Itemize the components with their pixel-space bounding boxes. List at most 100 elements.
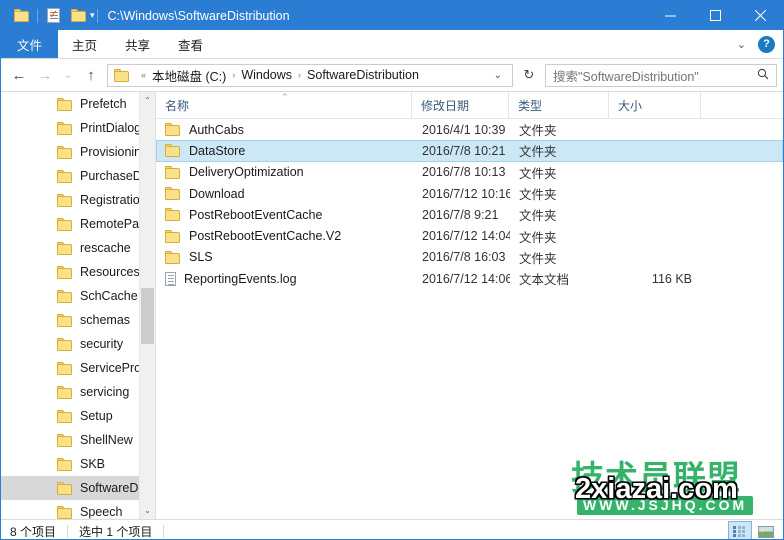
minimize-button[interactable] <box>648 1 693 30</box>
tree-item-resources[interactable]: Resources <box>1 260 155 284</box>
up-button[interactable]: ↑ <box>79 63 103 87</box>
file-name-cell: PostRebootEventCache <box>157 208 413 222</box>
recent-locations-button[interactable]: ⌄ <box>59 63 77 87</box>
tree-item-provisioning[interactable]: Provisioning <box>1 140 155 164</box>
table-row[interactable]: PostRebootEventCache 2016/7/8 9:21 文件夹 <box>156 204 783 225</box>
tree-item-registration[interactable]: Registration <box>1 188 155 212</box>
file-name-cell: PostRebootEventCache.V2 <box>157 229 413 243</box>
tree-item-remotepackages[interactable]: RemotePac <box>1 212 155 236</box>
folder-icon <box>57 481 73 495</box>
tree-item-label: servicing <box>80 385 130 399</box>
breadcrumb-item-windows[interactable]: Windows <box>241 68 292 82</box>
table-row[interactable]: AuthCabs 2016/4/1 10:39 文件夹 <box>156 119 783 140</box>
qat-folder-button[interactable] <box>9 4 35 28</box>
tree-item-label: security <box>80 337 124 351</box>
folder-icon <box>57 169 73 183</box>
maximize-button[interactable] <box>693 1 738 30</box>
folder-icon <box>57 457 73 471</box>
tree-item-security[interactable]: security <box>1 332 155 356</box>
forward-button[interactable]: → <box>33 63 57 87</box>
tree-item-softwaredistribution[interactable]: SoftwareDi <box>1 476 155 500</box>
tab-view[interactable]: 查看 <box>164 30 217 58</box>
chevron-down-icon[interactable]: ▾ <box>90 11 95 20</box>
chevron-right-icon[interactable]: › <box>298 70 301 80</box>
content-area: Prefetch PrintDialog Provisioning Purcha… <box>1 91 783 519</box>
table-row[interactable]: DeliveryOptimization 2016/7/8 10:13 文件夹 <box>156 162 783 183</box>
table-row[interactable]: PostRebootEventCache.V2 2016/7/12 14:04 … <box>156 225 783 246</box>
tab-share[interactable]: 共享 <box>111 30 164 58</box>
folder-icon <box>165 208 181 222</box>
watermark-brand: 技术员联盟 <box>571 459 741 496</box>
view-mode-buttons <box>728 520 778 539</box>
file-list-pane: 名称 ⌃ 修改日期 类型 大小 AuthCabs 2016/4/1 10:39 … <box>156 92 783 519</box>
table-row[interactable]: SLS 2016/7/8 16:03 文件夹 <box>156 247 783 268</box>
file-name-cell: DataStore <box>157 144 413 158</box>
scroll-up-icon[interactable]: ⌃ <box>140 92 155 109</box>
expand-ribbon-icon[interactable]: ⌄ <box>731 38 752 51</box>
tree-item-servicing[interactable]: servicing <box>1 380 155 404</box>
table-row[interactable]: DataStore 2016/7/8 10:21 文件夹 <box>156 140 783 162</box>
folder-icon <box>57 361 73 375</box>
column-header-row: 名称 ⌃ 修改日期 类型 大小 <box>156 92 783 119</box>
folder-icon <box>57 193 73 207</box>
tree-item-setup[interactable]: Setup <box>1 404 155 428</box>
scrollbar-thumb[interactable] <box>141 288 154 344</box>
qat-properties-button[interactable] <box>40 4 66 28</box>
refresh-button[interactable]: ↻ <box>517 63 541 88</box>
folder-icon <box>57 121 73 135</box>
divider <box>96 8 98 23</box>
selection-count-label: 选中 1 个项目 <box>79 525 153 539</box>
tree-item-skb[interactable]: SKB <box>1 452 155 476</box>
tree-item-rescache[interactable]: rescache <box>1 236 155 260</box>
navigation-pane: Prefetch PrintDialog Provisioning Purcha… <box>1 92 156 519</box>
table-row[interactable]: ReportingEvents.log 2016/7/12 14:06 文本文档… <box>156 268 783 289</box>
tree-item-label: Registration <box>80 193 147 207</box>
column-label: 修改日期 <box>421 98 470 113</box>
large-icons-view-button[interactable] <box>754 521 778 539</box>
tree-item-serviceprofiles[interactable]: ServiceProf <box>1 356 155 380</box>
breadcrumb-item-drive[interactable]: 本地磁盘 (C:) <box>152 66 226 85</box>
details-view-button[interactable] <box>728 521 752 539</box>
tree-item-printdialog[interactable]: PrintDialog <box>1 116 155 140</box>
help-button[interactable]: ? <box>758 35 775 53</box>
search-input[interactable]: 搜索"SoftwareDistribution" <box>553 66 757 85</box>
file-name-cell: Download <box>157 187 413 201</box>
navigation-pane-scrollbar[interactable]: ⌃ ⌄ <box>139 92 155 519</box>
column-header-size[interactable]: 大小 <box>609 92 701 118</box>
quick-access-toolbar: ▾ <box>1 4 100 28</box>
folder-icon <box>165 165 181 179</box>
file-type-cell: 文件夹 <box>519 188 557 203</box>
breadcrumb-overflow-icon[interactable]: « <box>141 70 146 80</box>
tab-file[interactable]: 文件 <box>1 30 59 58</box>
tree-item-label: Speech <box>80 505 123 519</box>
ribbon-right-controls: ⌄ ? <box>731 30 779 58</box>
search-icon[interactable] <box>757 68 772 83</box>
file-date-cell: 2016/4/1 10:39 <box>422 122 506 137</box>
back-button[interactable]: ← <box>7 63 31 87</box>
window-controls <box>648 1 783 30</box>
tree-item-prefetch[interactable]: Prefetch <box>1 92 155 116</box>
tree-item-shellnew[interactable]: ShellNew <box>1 428 155 452</box>
tab-home[interactable]: 主页 <box>58 30 111 58</box>
chevron-right-icon[interactable]: › <box>232 70 235 80</box>
explorer-window: ▾ C:\Windows\SoftwareDistribution 文件 主页 … <box>0 0 784 540</box>
tree-item-purchasedevice[interactable]: PurchaseDi <box>1 164 155 188</box>
qat-new-folder-button[interactable] <box>66 4 92 28</box>
search-box[interactable]: 搜索"SoftwareDistribution" <box>545 63 777 87</box>
breadcrumb-item-softwaredistribution[interactable]: SoftwareDistribution <box>307 68 419 82</box>
close-button[interactable] <box>738 1 783 30</box>
chevron-down-icon[interactable]: ⌄ <box>488 70 508 81</box>
tree-item-schemas[interactable]: schemas <box>1 308 155 332</box>
tree-item-speech[interactable]: Speech <box>1 500 155 519</box>
scroll-down-icon[interactable]: ⌄ <box>140 502 155 519</box>
folder-icon <box>57 217 73 231</box>
tree-item-schcache[interactable]: SchCache <box>1 284 155 308</box>
table-row[interactable]: Download 2016/7/12 10:16 文件夹 <box>156 183 783 204</box>
file-name-label: Download <box>189 186 245 201</box>
column-header-date[interactable]: 修改日期 <box>412 92 509 118</box>
breadcrumb[interactable]: « 本地磁盘 (C:) › Windows › SoftwareDistribu… <box>107 63 513 87</box>
column-header-name[interactable]: 名称 ⌃ <box>156 92 412 118</box>
column-header-type[interactable]: 类型 <box>509 92 609 118</box>
details-view-icon <box>732 526 748 537</box>
file-name-label: SLS <box>189 250 213 265</box>
